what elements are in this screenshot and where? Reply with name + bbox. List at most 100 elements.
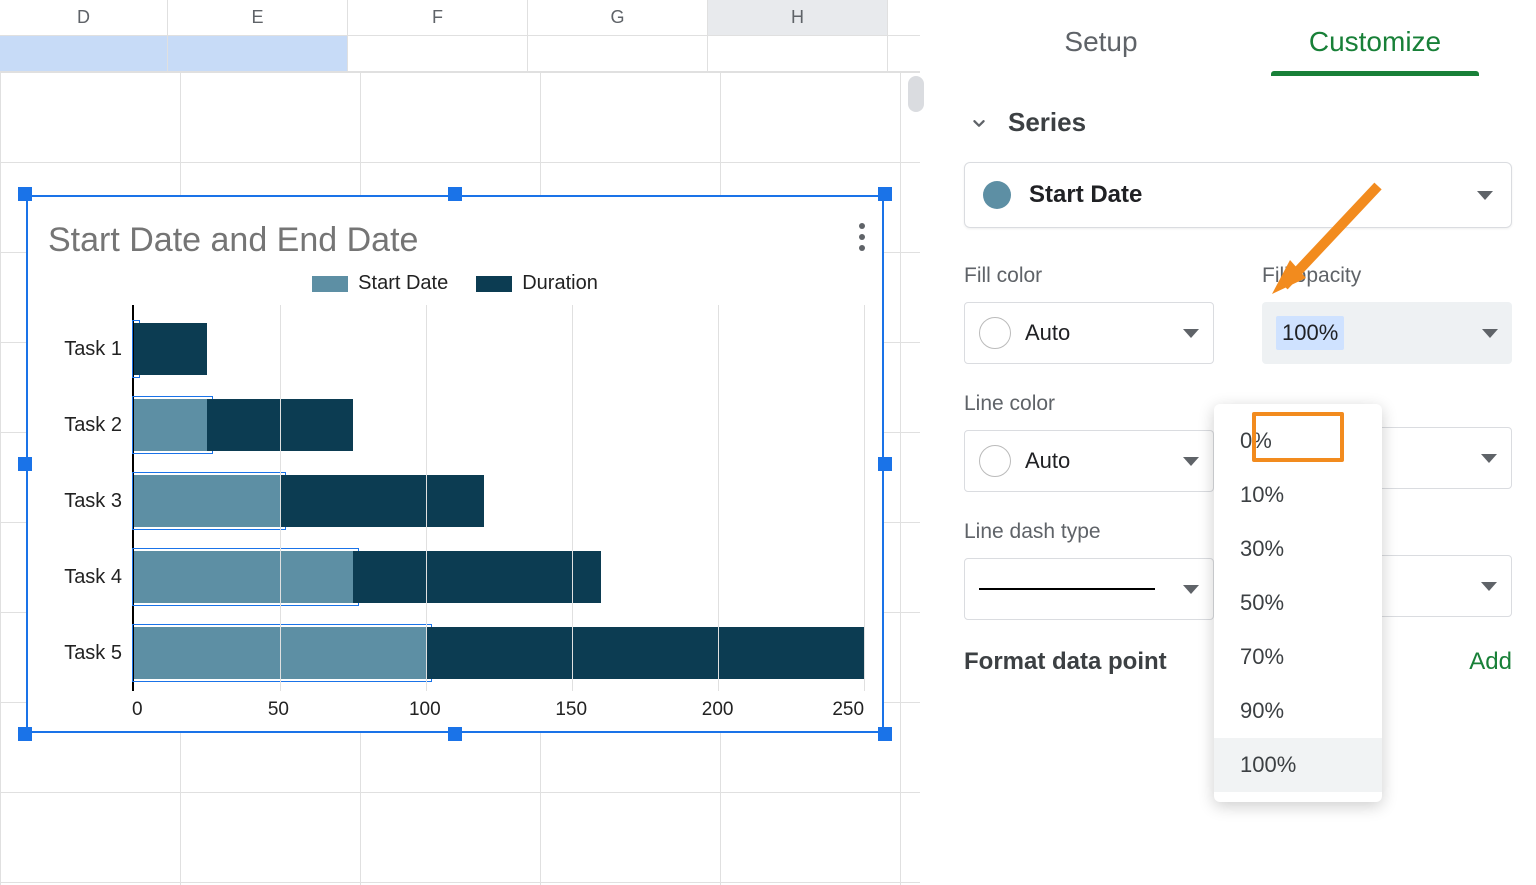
x-axis-tick: 250 [791, 691, 864, 721]
x-axis-tick: 100 [352, 691, 498, 721]
chevron-down-icon [1183, 457, 1199, 466]
series-color-swatch [983, 181, 1011, 209]
line-dash-label: Line dash type [964, 520, 1214, 544]
resize-handle-bl[interactable] [18, 727, 32, 741]
x-axis-tick: 200 [644, 691, 790, 721]
selected-row [0, 36, 920, 72]
chevron-down-icon [1481, 582, 1497, 591]
series-name-label: Start Date [1029, 181, 1459, 209]
line-color-value: Auto [1025, 448, 1169, 474]
y-axis-label: Task 2 [36, 387, 132, 463]
opacity-option[interactable]: 0% [1214, 414, 1382, 468]
more-icon[interactable] [850, 215, 874, 259]
x-axis-tick: 150 [498, 691, 644, 721]
fill-opacity-dropdown[interactable]: 0%10%30%50%70%90%100% [1214, 404, 1382, 802]
y-axis-label: Task 5 [36, 615, 132, 691]
fill-opacity-label: Fill opacity [1262, 264, 1512, 288]
cell-d1[interactable] [0, 36, 168, 71]
x-axis-tick: 50 [205, 691, 351, 721]
col-header-d[interactable]: D [0, 0, 168, 35]
line-dash-select[interactable] [964, 558, 1214, 620]
chevron-down-icon [1482, 329, 1498, 338]
opacity-option[interactable]: 100% [1214, 738, 1382, 792]
fill-color-value: Auto [1025, 320, 1169, 346]
tab-setup[interactable]: Setup [964, 16, 1238, 76]
chevron-down-icon [1477, 191, 1493, 200]
chevron-down-icon [968, 112, 990, 134]
tab-customize[interactable]: Customize [1238, 16, 1512, 76]
bar-duration[interactable] [426, 627, 864, 679]
col-header-g[interactable]: G [528, 0, 708, 35]
legend-item-start-date[interactable]: Start Date [312, 272, 448, 295]
legend-label: Duration [522, 272, 598, 295]
gridline [572, 305, 573, 691]
resize-handle-br[interactable] [878, 727, 892, 741]
series-selector[interactable]: Start Date [964, 162, 1512, 228]
chart-legend: Start Date Duration [36, 266, 874, 305]
chevron-down-icon [1183, 329, 1199, 338]
resize-handle-bm[interactable] [448, 727, 462, 741]
bar-start-date[interactable] [134, 475, 280, 527]
bar-row [134, 539, 864, 615]
bar-start-date[interactable] [134, 399, 207, 451]
opacity-option[interactable]: 70% [1214, 630, 1382, 684]
section-series-header[interactable]: Series [964, 103, 1512, 162]
opacity-option[interactable]: 90% [1214, 684, 1382, 738]
bar-row [134, 615, 864, 691]
resize-handle-tm[interactable] [448, 187, 462, 201]
opacity-option[interactable]: 30% [1214, 522, 1382, 576]
section-title: Series [1008, 107, 1086, 138]
chart-canvas: Start Date and End Date Start Date Durat… [36, 207, 874, 721]
color-swatch-icon [979, 445, 1011, 477]
line-preview-icon [979, 588, 1155, 590]
fill-color-label: Fill color [964, 264, 1214, 288]
resize-handle-lm[interactable] [18, 457, 32, 471]
fill-opacity-select[interactable]: 100% [1262, 302, 1512, 364]
gridline [864, 305, 865, 691]
resize-handle-tl[interactable] [18, 187, 32, 201]
bar-start-date[interactable] [134, 551, 353, 603]
resize-handle-tr[interactable] [878, 187, 892, 201]
chart-title[interactable]: Start Date and End Date [36, 207, 874, 266]
spreadsheet-area: D E F G H Start Date and End Date [0, 0, 920, 885]
cell-h1[interactable] [708, 36, 888, 71]
opacity-option[interactable]: 50% [1214, 576, 1382, 630]
bar-row [134, 463, 864, 539]
line-color-label: Line color [964, 392, 1214, 416]
tabs: Setup Customize [964, 16, 1512, 77]
cell-f1[interactable] [348, 36, 528, 71]
y-axis-label: Task 3 [36, 463, 132, 539]
chevron-down-icon [1481, 454, 1497, 463]
cell-e1[interactable] [168, 36, 348, 71]
scrollbar-stub[interactable] [908, 76, 924, 112]
resize-handle-rm[interactable] [878, 457, 892, 471]
gridline [426, 305, 427, 691]
col-header-f[interactable]: F [348, 0, 528, 35]
add-button[interactable]: Add [1469, 648, 1512, 676]
legend-label: Start Date [358, 272, 448, 295]
gridline [718, 305, 719, 691]
bar-duration[interactable] [280, 475, 484, 527]
fill-opacity-value: 100% [1276, 316, 1344, 350]
line-color-select[interactable]: Auto [964, 430, 1214, 492]
bar-duration[interactable] [134, 323, 207, 375]
chevron-down-icon [1183, 585, 1199, 594]
bar-duration[interactable] [353, 551, 601, 603]
gridline [280, 305, 281, 691]
col-header-e[interactable]: E [168, 0, 348, 35]
legend-swatch [476, 276, 512, 292]
color-swatch-icon [979, 317, 1011, 349]
column-headers: D E F G H [0, 0, 920, 36]
chart-title-text: Start Date and End Date [48, 221, 418, 259]
bar-row [134, 311, 864, 387]
plot-area: Task 1Task 2Task 3Task 4Task 5 [36, 305, 874, 691]
legend-item-duration[interactable]: Duration [476, 272, 598, 295]
cell-g1[interactable] [528, 36, 708, 71]
chart-object[interactable]: Start Date and End Date Start Date Durat… [26, 195, 884, 733]
y-axis-label: Task 1 [36, 311, 132, 387]
opacity-option[interactable]: 10% [1214, 468, 1382, 522]
format-data-point-label: Format data point [964, 648, 1167, 676]
fill-color-select[interactable]: Auto [964, 302, 1214, 364]
y-axis-label: Task 4 [36, 539, 132, 615]
col-header-h[interactable]: H [708, 0, 888, 35]
